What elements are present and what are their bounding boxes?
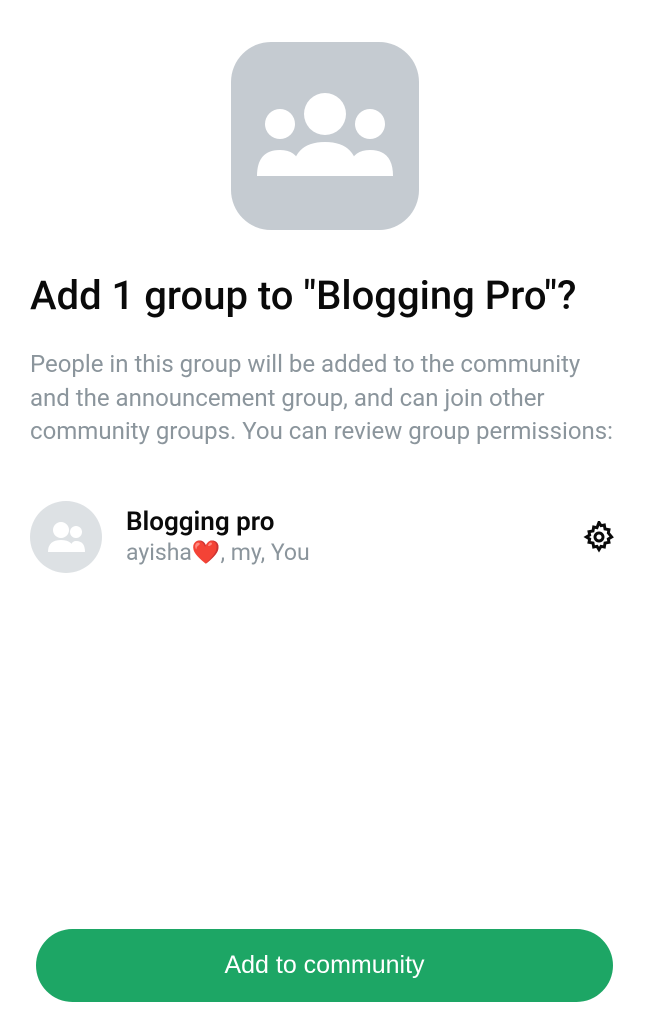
group-settings-button[interactable] — [579, 517, 619, 557]
group-avatar-icon — [46, 520, 86, 554]
gear-icon — [583, 521, 615, 553]
group-name: Blogging pro — [126, 507, 579, 537]
page-title: Add 1 group to "Blogging Pro"? — [0, 230, 649, 320]
hero-icon-container — [0, 0, 649, 230]
group-hero-icon — [231, 42, 419, 230]
group-row: Blogging pro ayisha❤️, my, You — [0, 449, 649, 573]
people-group-icon — [250, 86, 400, 186]
page-description: People in this group will be added to th… — [0, 320, 649, 449]
group-avatar — [30, 501, 102, 573]
add-to-community-button[interactable]: Add to community — [36, 929, 613, 1002]
group-info: Blogging pro ayisha❤️, my, You — [102, 507, 579, 566]
cta-container: Add to community — [0, 929, 649, 1002]
group-members: ayisha❤️, my, You — [126, 539, 579, 566]
